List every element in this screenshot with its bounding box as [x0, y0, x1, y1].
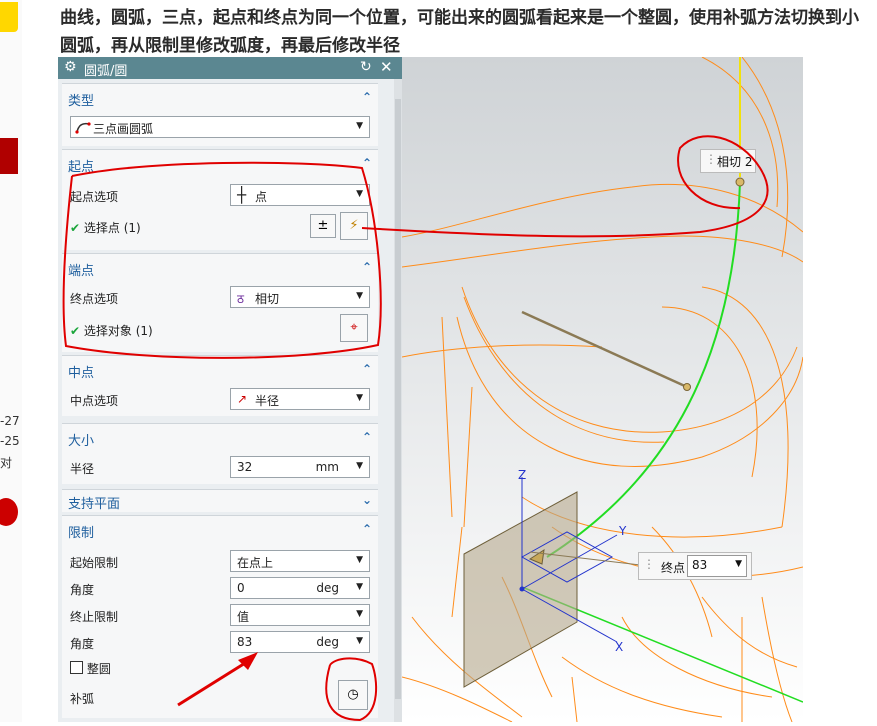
red-annotations — [62, 135, 769, 722]
